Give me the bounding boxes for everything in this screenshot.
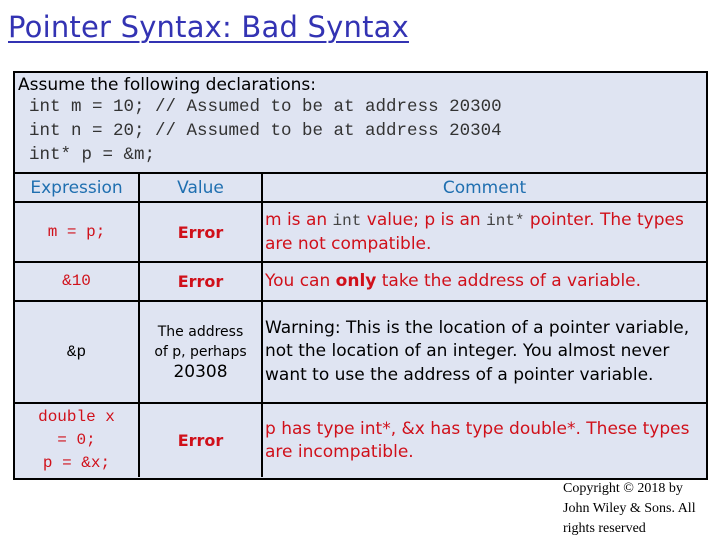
comment-cell: Warning: This is the location of a point…	[261, 300, 706, 404]
value-line: of p, perhaps	[154, 344, 247, 360]
inline-code: int	[332, 211, 362, 230]
copyright-line: John Wiley & Sons. All	[563, 501, 696, 516]
header-comment: Comment	[261, 172, 706, 203]
expression-cell: double x = 0; p = &x;	[15, 402, 140, 477]
comment-cell: p has type int*, &x has type double*. Th…	[261, 402, 706, 477]
comment-text: take the address of a variable.	[376, 271, 642, 291]
comment-text: value; p is an	[361, 209, 487, 230]
copyright-line: rights reserved	[563, 521, 646, 536]
copyright-notice: Copyright © 2018 by John Wiley & Sons. A…	[563, 479, 696, 539]
comment-cell: You can only take the address of a varia…	[261, 261, 706, 302]
declaration-line: int n = 20; // Assumed to be at address …	[29, 121, 502, 141]
expression-line: double x	[38, 408, 115, 426]
emphasis-text: only	[335, 271, 377, 291]
expression-cell: &10	[15, 261, 140, 302]
value-cell: Error	[138, 402, 263, 477]
expressions-table: Expression Value Comment m = p; Error m …	[15, 172, 706, 477]
table-row: double x = 0; p = &x; Error p has type i…	[15, 402, 706, 477]
declarations-block: Assume the following declarations: int m…	[15, 73, 706, 173]
expression-line: = 0;	[57, 431, 96, 449]
value-cell: The address of p, perhaps 20308	[138, 300, 263, 404]
slide-title: Pointer Syntax: Bad Syntax	[8, 10, 409, 44]
inline-code: int*	[486, 211, 525, 230]
declarations-intro: Assume the following declarations:	[18, 75, 316, 95]
table-row: &10 Error You can only take the address …	[15, 261, 706, 302]
comment-cell: m is an int value; p is an int* pointer.…	[261, 201, 706, 263]
table-row: &p The address of p, perhaps 20308 Warni…	[15, 300, 706, 404]
expression-cell: m = p;	[15, 201, 140, 263]
value-line: 20308	[173, 362, 228, 382]
copyright-line: Copyright © 2018 by	[563, 481, 683, 496]
table-row: m = p; Error m is an int value; p is an …	[15, 201, 706, 263]
expression-cell: &p	[15, 300, 140, 404]
table-header-row: Expression Value Comment	[15, 172, 706, 203]
value-line: The address	[157, 324, 244, 340]
comment-text: You can	[265, 271, 336, 291]
declaration-line: int m = 10; // Assumed to be at address …	[29, 97, 502, 117]
header-value: Value	[138, 172, 263, 203]
value-cell: Error	[138, 201, 263, 263]
expression-line: p = &x;	[42, 454, 111, 472]
declaration-line: int* p = &m;	[29, 145, 156, 165]
header-expression: Expression	[15, 172, 140, 203]
comment-text: m is an	[265, 209, 333, 230]
declarations-table-box: Assume the following declarations: int m…	[13, 71, 708, 480]
value-cell: Error	[138, 261, 263, 302]
